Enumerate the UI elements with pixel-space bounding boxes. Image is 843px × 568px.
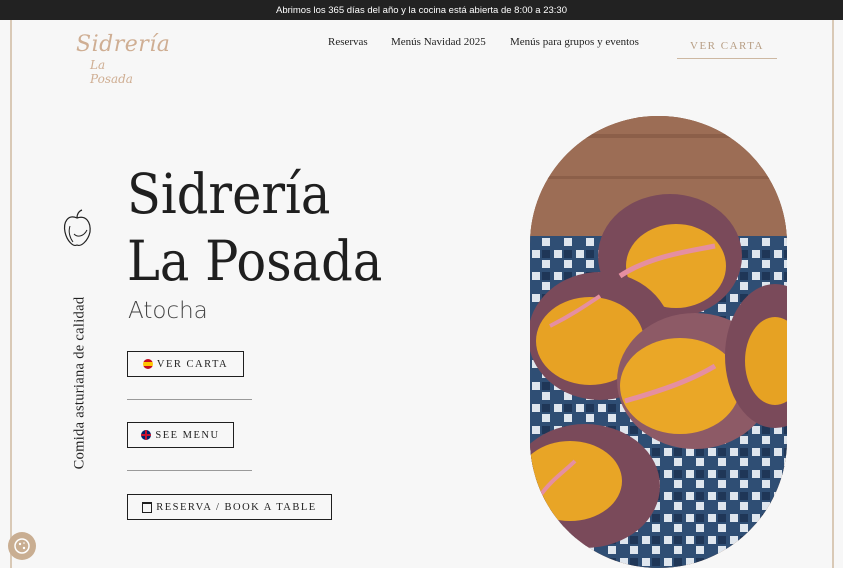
site-logo[interactable]: Sidrería La Posada: [68, 30, 170, 86]
reserva-label: RESERVA / BOOK A TABLE: [156, 501, 317, 513]
nav-menus-grupos[interactable]: Menús para grupos y eventos: [510, 36, 639, 48]
divider: [127, 399, 252, 400]
frame-left-border: [10, 20, 12, 568]
hero-title-line1: Sidrería: [127, 162, 331, 226]
spain-flag-icon: [142, 359, 153, 369]
calendar-check-icon: [142, 501, 153, 513]
side-tagline: Comida asturiana de calidad: [71, 296, 88, 470]
scallops-illustration: [530, 116, 787, 568]
nav-ver-carta-button[interactable]: VER CARTA: [677, 34, 777, 59]
nav-reservas[interactable]: Reservas: [328, 36, 368, 48]
logo-title: Sidrería: [76, 32, 171, 57]
divider: [127, 470, 252, 471]
ver-carta-button[interactable]: VER CARTA: [127, 351, 244, 377]
see-menu-label: SEE MENU: [155, 429, 220, 441]
logo-subtitle: La Posada: [90, 58, 133, 86]
apple-icon: [63, 209, 91, 246]
nav-menus-navidad[interactable]: Menús Navidad 2025: [391, 36, 486, 48]
reserva-button[interactable]: RESERVA / BOOK A TABLE: [127, 494, 332, 520]
announcement-text: Abrimos los 365 días del año y la cocina…: [276, 4, 567, 16]
see-menu-button[interactable]: SEE MENU: [127, 422, 234, 448]
hero-subtitle: Atocha: [128, 298, 208, 324]
frame-right-border: [832, 20, 834, 568]
hero-title-line2: La Posada: [127, 229, 383, 293]
uk-flag-icon: [141, 430, 152, 440]
hero-food-photo: [530, 116, 787, 568]
cookie-settings-icon[interactable]: [8, 532, 36, 560]
cookie-icon: [14, 538, 30, 554]
ver-carta-label: VER CARTA: [156, 358, 229, 370]
announcement-bar: Abrimos los 365 días del año y la cocina…: [0, 0, 843, 20]
